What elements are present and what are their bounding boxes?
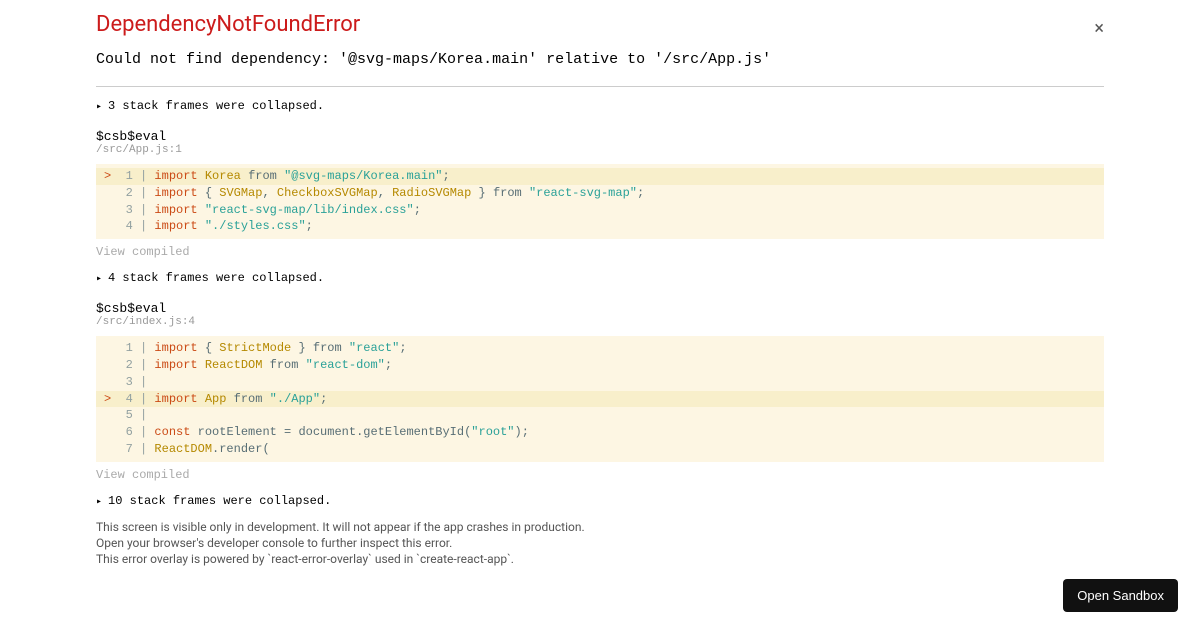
close-icon[interactable]: × xyxy=(1094,20,1104,38)
stack-collapsed[interactable]: 3 stack frames were collapsed. xyxy=(96,99,1104,113)
code-block: 1 | import { StrictMode } from "react"; … xyxy=(96,336,1104,462)
open-sandbox-button[interactable]: Open Sandbox xyxy=(1063,579,1178,612)
frame-name: $csb$eval xyxy=(96,301,1104,316)
frame-location: /src/index.js:4 xyxy=(96,316,1104,328)
divider xyxy=(96,86,1104,87)
code-line: 7 | ReactDOM.render( xyxy=(96,441,1104,458)
footer-text: This screen is visible only in developme… xyxy=(96,520,1104,566)
code-line: 6 | const rootElement = document.getElem… xyxy=(96,424,1104,441)
code-line: > 1 | import Korea from "@svg-maps/Korea… xyxy=(96,168,1104,185)
footer-line: This error overlay is powered by `react-… xyxy=(96,552,1104,566)
code-line: 2 | import { SVGMap, CheckboxSVGMap, Rad… xyxy=(96,185,1104,202)
error-title: DependencyNotFoundError xyxy=(96,12,1104,37)
code-line: 5 | xyxy=(96,407,1104,424)
frame-name: $csb$eval xyxy=(96,129,1104,144)
view-compiled-link[interactable]: View compiled xyxy=(96,245,1104,259)
code-line: 1 | import { StrictMode } from "react"; xyxy=(96,340,1104,357)
footer-line: This screen is visible only in developme… xyxy=(96,520,1104,534)
error-message: Could not find dependency: '@svg-maps/Ko… xyxy=(96,51,1104,68)
code-line: 3 | xyxy=(96,374,1104,391)
frame-location: /src/App.js:1 xyxy=(96,144,1104,156)
code-line: 3 | import "react-svg-map/lib/index.css"… xyxy=(96,202,1104,219)
footer-line: Open your browser's developer console to… xyxy=(96,536,1104,550)
code-line: 2 | import ReactDOM from "react-dom"; xyxy=(96,357,1104,374)
view-compiled-link[interactable]: View compiled xyxy=(96,468,1104,482)
code-line: > 4 | import App from "./App"; xyxy=(96,391,1104,408)
code-block: > 1 | import Korea from "@svg-maps/Korea… xyxy=(96,164,1104,239)
code-line: 4 | import "./styles.css"; xyxy=(96,218,1104,235)
stack-collapsed-final[interactable]: 10 stack frames were collapsed. xyxy=(96,494,1104,508)
stack-collapsed[interactable]: 4 stack frames were collapsed. xyxy=(96,271,1104,285)
